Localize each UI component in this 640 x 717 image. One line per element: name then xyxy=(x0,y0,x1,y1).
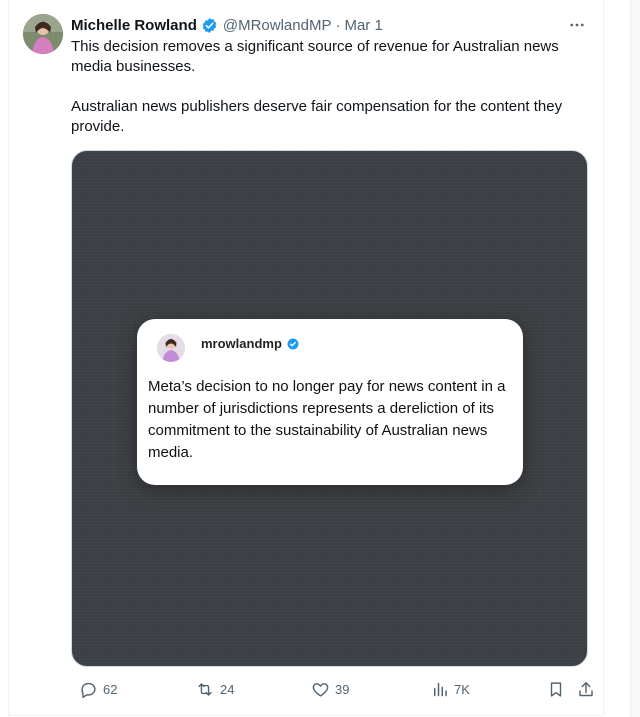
reply-icon xyxy=(81,682,96,698)
share-icon xyxy=(579,681,593,696)
tweet-paragraph: Australian news publishers deserve fair … xyxy=(71,98,563,135)
tweet-header: Michelle Rowland @MRowlandMP · Mar 1 xyxy=(71,15,383,35)
heart-icon xyxy=(312,682,329,697)
embedded-post-handle: mrowlandmp xyxy=(201,336,282,351)
share-button[interactable] xyxy=(577,678,595,700)
repost-icon xyxy=(198,682,212,696)
adjacent-panel-edge xyxy=(630,0,640,717)
verified-badge-icon xyxy=(287,338,299,350)
embedded-post-text: Meta’s decision to no longer pay for new… xyxy=(148,378,506,461)
embedded-post-card: mrowlandmp Meta’s decision to no longer … xyxy=(137,319,523,485)
views-button[interactable]: 7K xyxy=(431,678,470,700)
like-button[interactable]: 39 xyxy=(311,678,349,700)
tweet-date[interactable]: Mar 1 xyxy=(344,17,382,34)
separator-dot: · xyxy=(335,16,341,34)
more-options-icon[interactable] xyxy=(565,14,589,36)
views-count: 7K xyxy=(454,681,470,697)
analytics-icon xyxy=(434,682,447,696)
author-name[interactable]: Michelle Rowland xyxy=(71,17,197,34)
like-count: 39 xyxy=(335,681,350,697)
tweet[interactable]: Michelle Rowland @MRowlandMP · Mar 1 Thi… xyxy=(8,0,604,716)
verified-badge-icon xyxy=(201,17,218,34)
tweet-text: This decision removes a significant sour… xyxy=(71,37,591,157)
tweet-image[interactable]: mrowlandmp Meta’s decision to no longer … xyxy=(71,150,588,667)
bookmark-button[interactable] xyxy=(547,678,565,700)
author-avatar[interactable] xyxy=(23,14,63,54)
bookmark-icon xyxy=(550,681,562,697)
tweet-actions: 62 24 39 7K xyxy=(71,678,599,700)
embedded-post-avatar xyxy=(157,334,185,362)
author-handle[interactable]: @MRowlandMP xyxy=(223,17,332,34)
repost-count: 24 xyxy=(220,681,235,697)
reply-button[interactable]: 62 xyxy=(79,678,117,700)
tweet-paragraph: This decision removes a significant sour… xyxy=(71,38,559,75)
reply-count: 62 xyxy=(103,681,118,697)
embedded-post-header: mrowlandmp xyxy=(201,336,299,351)
repost-button[interactable]: 24 xyxy=(195,678,234,700)
